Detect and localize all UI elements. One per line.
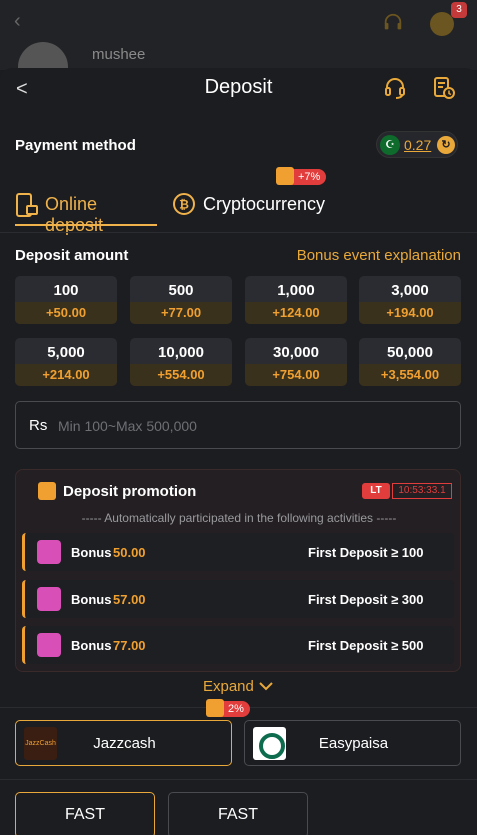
deposit-promotion-panel: Deposit promotion LT 10:53:33.1 ----- Au… bbox=[15, 469, 461, 672]
deposit-amount-label: Deposit amount bbox=[15, 247, 129, 264]
amount-option[interactable]: 500 +77.00 bbox=[130, 276, 232, 324]
expand-button[interactable]: Expand bbox=[0, 678, 477, 695]
bonus-condition: First Deposit ≥ 300 bbox=[308, 592, 424, 607]
promotion-title: Deposit promotion bbox=[63, 483, 197, 500]
divider bbox=[0, 232, 477, 233]
tab-online-label: Online deposit bbox=[45, 194, 104, 235]
bitcoin-icon: ₿ bbox=[173, 193, 195, 215]
tab-online-deposit[interactable]: Online deposit bbox=[15, 186, 157, 235]
deposit-modal: < Deposit Payment method ☪ 0.27 ↻ Online… bbox=[0, 68, 477, 835]
channel-fast-2[interactable]: FAST bbox=[168, 792, 308, 835]
support-icon[interactable] bbox=[383, 76, 407, 100]
tab-cryptocurrency[interactable]: ₿ Cryptocurrency bbox=[172, 186, 332, 226]
bonus-item: Bonus 50.00 First Deposit ≥ 100 bbox=[22, 533, 454, 571]
mobile-icon bbox=[16, 193, 38, 217]
gift-icon bbox=[206, 699, 224, 717]
gift-icon bbox=[38, 482, 56, 500]
bonus-event-link[interactable]: Bonus event explanation bbox=[297, 247, 461, 264]
method-jazzcash[interactable]: JazzCash Jazzcash bbox=[15, 720, 232, 766]
gift-icon bbox=[276, 167, 294, 185]
amount-option[interactable]: 10,000 +554.00 bbox=[130, 338, 232, 386]
username: mushee bbox=[92, 46, 146, 63]
lt-badge: LT bbox=[362, 483, 390, 499]
amount-option[interactable]: 3,000 +194.00 bbox=[359, 276, 461, 324]
amount-option[interactable]: 5,000 +214.00 bbox=[15, 338, 117, 386]
bg-back-icon[interactable]: ‹ bbox=[14, 10, 30, 32]
method-easypaisa[interactable]: Easypaisa bbox=[244, 720, 461, 766]
bonus-item: Bonus 57.00 First Deposit ≥ 300 bbox=[22, 580, 454, 618]
payment-method-label: Payment method bbox=[15, 137, 136, 154]
gift-icon bbox=[37, 540, 61, 564]
history-icon[interactable] bbox=[432, 76, 456, 100]
bg-support-icon[interactable] bbox=[382, 12, 404, 34]
gift-icon bbox=[37, 633, 61, 657]
bonus-value: 77.00 bbox=[113, 638, 146, 653]
refresh-icon[interactable]: ↻ bbox=[437, 136, 455, 154]
tab-crypto-label: Cryptocurrency bbox=[203, 194, 326, 214]
bonus-value: 57.00 bbox=[113, 592, 146, 607]
chevron-down-icon bbox=[259, 682, 273, 691]
svg-text:₿: ₿ bbox=[179, 198, 189, 212]
currency-label: Rs bbox=[29, 417, 48, 434]
notification-badge: 3 bbox=[451, 2, 467, 18]
promotion-subtitle: ----- Automatically participated in the … bbox=[81, 511, 397, 525]
divider bbox=[0, 779, 477, 780]
pakistan-flag-icon: ☪ bbox=[380, 135, 400, 155]
bonus-condition: First Deposit ≥ 100 bbox=[308, 545, 424, 560]
amount-input[interactable] bbox=[58, 414, 438, 438]
crypto-bonus-tag: +7% bbox=[276, 167, 327, 185]
countdown-timer: 10:53:33.1 bbox=[392, 483, 452, 499]
amount-input-box: Rs bbox=[15, 401, 461, 449]
background-app-bar bbox=[0, 0, 477, 70]
amount-option[interactable]: 1,000 +124.00 bbox=[245, 276, 347, 324]
gift-icon bbox=[37, 587, 61, 611]
amount-option[interactable]: 100 +50.00 bbox=[15, 276, 117, 324]
amount-option[interactable]: 30,000 +754.00 bbox=[245, 338, 347, 386]
bonus-condition: First Deposit ≥ 500 bbox=[308, 638, 424, 653]
bonus-value: 50.00 bbox=[113, 545, 146, 560]
balance-pill: ☪ 0.27 ↻ bbox=[376, 131, 458, 158]
jazzcash-bonus-tag: 2% bbox=[206, 699, 250, 717]
amount-option[interactable]: 50,000 +3,554.00 bbox=[359, 338, 461, 386]
channel-fast-1[interactable]: FAST bbox=[15, 792, 155, 835]
balance-value: 0.27 bbox=[404, 137, 432, 153]
bonus-item: Bonus 77.00 First Deposit ≥ 500 bbox=[22, 626, 454, 664]
